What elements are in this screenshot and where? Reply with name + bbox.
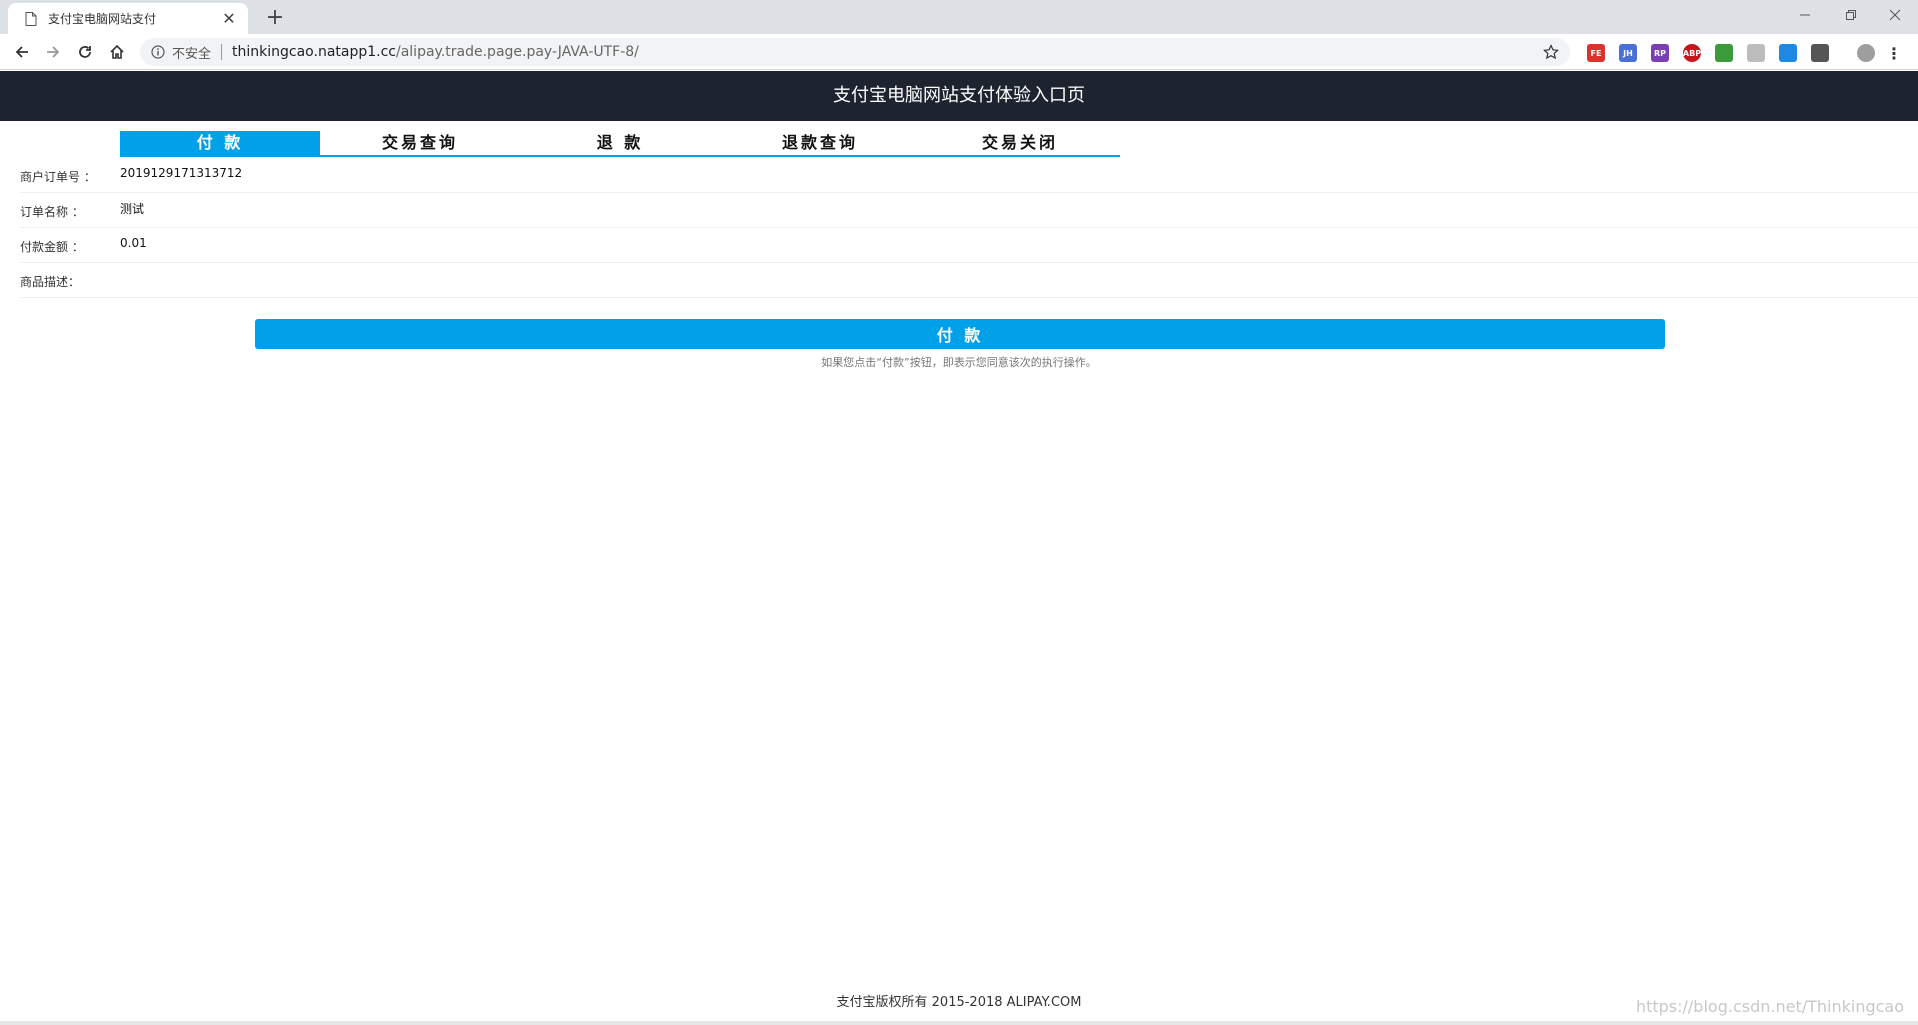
- description-label: 商品描述：: [20, 275, 81, 289]
- minimize-icon[interactable]: [1782, 0, 1828, 30]
- pay-note: 如果您点击“付款”按钮，即表示您同意该次的执行操作。: [821, 356, 1097, 369]
- window-bottom-edge: [0, 1021, 1918, 1025]
- description-input[interactable]: [120, 271, 720, 285]
- order-name-input[interactable]: [120, 201, 720, 215]
- url-host: thinkingcao.natapp1.cc: [232, 44, 396, 60]
- fe-extension-icon[interactable]: FE: [1587, 44, 1605, 62]
- security-label: 不安全: [172, 46, 212, 62]
- rp-extension-icon[interactable]: RP: [1651, 44, 1669, 62]
- form-row-order-name: 订单名称 ：: [20, 193, 1918, 228]
- pay-button[interactable]: 付 款: [255, 319, 1665, 349]
- watermark: https://blog.csdn.net/Thinkingcao: [1635, 997, 1904, 1016]
- search-extension-icon[interactable]: [1779, 44, 1797, 62]
- adblock-plus-icon[interactable]: ABP: [1683, 44, 1701, 62]
- close-window-icon[interactable]: [1872, 0, 1918, 30]
- tab-refund[interactable]: 退 款: [520, 131, 720, 155]
- info-icon[interactable]: [150, 44, 166, 60]
- reload-icon[interactable]: [72, 39, 98, 65]
- new-tab-icon[interactable]: +: [262, 5, 288, 31]
- recycle-extension-icon[interactable]: [1811, 44, 1829, 62]
- tab-trade-query[interactable]: 交易查询: [320, 131, 520, 155]
- url-path: /alipay.trade.page.pay-JAVA-UTF-8/: [396, 44, 639, 60]
- page-header: 支付宝电脑网站支付体验入口页: [0, 71, 1918, 121]
- back-icon[interactable]: [9, 39, 35, 65]
- close-tab-icon[interactable]: ✕: [220, 9, 238, 28]
- order-no-input[interactable]: [120, 166, 720, 180]
- document-icon: [22, 10, 40, 28]
- home-icon[interactable]: [104, 39, 130, 65]
- tab-trade-close[interactable]: 交易关闭: [920, 131, 1120, 155]
- order-no-label: 商户订单号 ：: [20, 170, 96, 184]
- form-row-description: 商品描述：: [20, 263, 1918, 298]
- download-extension-icon[interactable]: [1747, 44, 1765, 62]
- jh-extension-icon[interactable]: JH: [1619, 44, 1637, 62]
- function-tabs: 付 款 交易查询 退 款 退款查询 交易关闭: [120, 131, 1120, 157]
- tab-title: 支付宝电脑网站支付: [48, 12, 157, 26]
- browser-tab[interactable]: 支付宝电脑网站支付 ✕: [8, 3, 248, 34]
- restore-icon[interactable]: [1828, 0, 1874, 30]
- form-row-amount: 付款金额 ：: [20, 228, 1918, 263]
- amount-input[interactable]: [120, 236, 720, 250]
- browser-tab-strip: 支付宝电脑网站支付 ✕ +: [0, 0, 1918, 34]
- forward-icon[interactable]: [40, 39, 66, 65]
- tab-refund-query[interactable]: 退款查询: [720, 131, 920, 155]
- bookmark-star-icon[interactable]: [1542, 43, 1560, 61]
- address-bar[interactable]: 不安全 thinkingcao.natapp1.cc/alipay.trade.…: [140, 38, 1570, 66]
- order-name-label: 订单名称 ：: [20, 205, 84, 219]
- address-separator: [221, 44, 223, 60]
- tab-pay[interactable]: 付 款: [120, 131, 320, 155]
- form-row-order-no: 商户订单号 ：: [20, 158, 1918, 193]
- profile-avatar-icon[interactable]: [1857, 44, 1875, 62]
- google-extension-icon[interactable]: [1715, 44, 1733, 62]
- footer-copyright: 支付宝版权所有 2015-2018 ALIPAY.COM: [836, 995, 1082, 1010]
- menu-icon[interactable]: ⋮: [1886, 44, 1902, 63]
- amount-label: 付款金额 ：: [20, 240, 84, 254]
